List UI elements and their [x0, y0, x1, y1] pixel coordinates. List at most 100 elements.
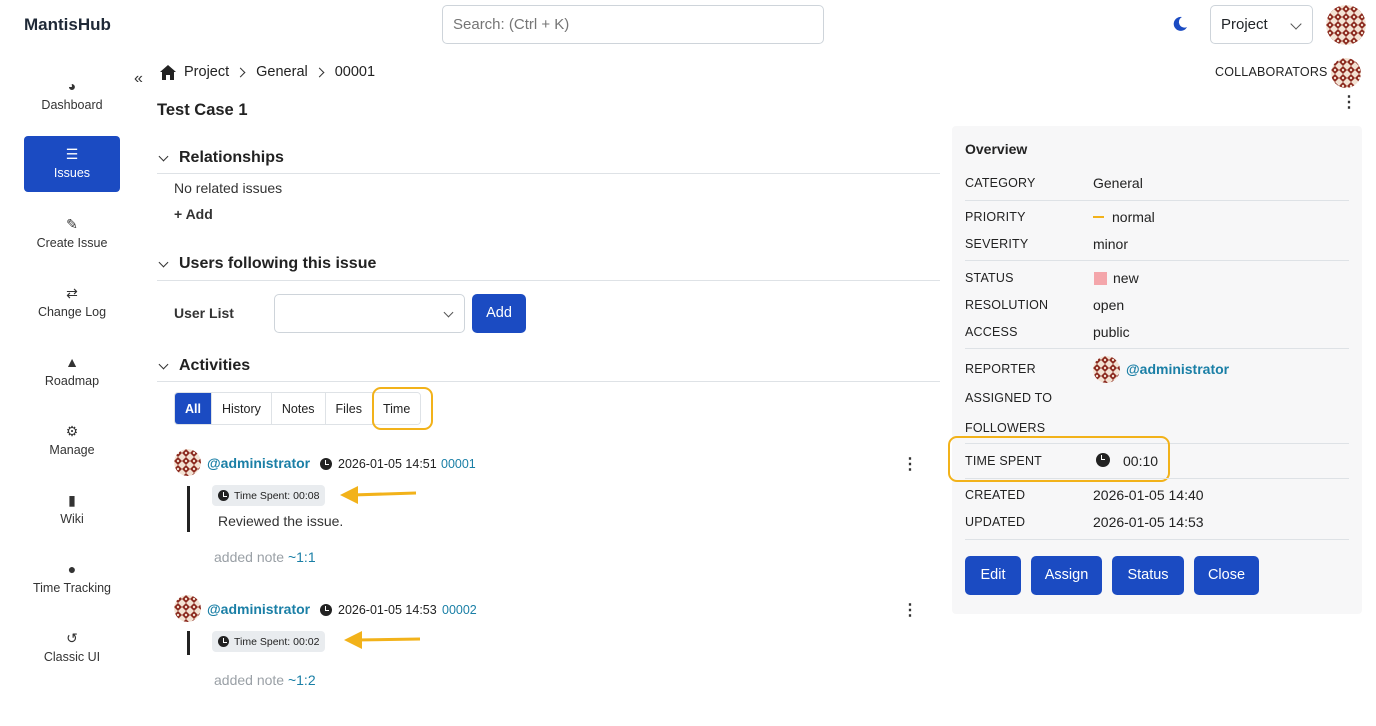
activity-menu-kebab-icon[interactable]: ⋮	[902, 457, 918, 473]
relationships-header[interactable]: Relationships	[158, 149, 284, 167]
home-icon[interactable]	[160, 64, 176, 80]
time-spent-badge: Time Spent: 00:02	[212, 631, 326, 652]
sidebar-item-wiki[interactable]: ▮ Wiki	[24, 482, 120, 538]
note-text: Reviewed the issue.	[218, 513, 344, 529]
sidebar-item-change-log[interactable]: ⇄ Change Log	[24, 275, 120, 331]
activity-user-link[interactable]: @administrator	[207, 455, 310, 471]
status-color-swatch	[1094, 272, 1107, 285]
divider	[965, 539, 1349, 540]
tab-notes[interactable]: Notes	[271, 393, 326, 424]
tab-files[interactable]: Files	[325, 393, 373, 424]
time-spent-badge: Time Spent: 00:08	[212, 485, 326, 506]
activity-user-link[interactable]: @administrator	[207, 601, 310, 617]
overview-heading: Overview	[965, 141, 1028, 157]
app-logo[interactable]: MantisHub	[24, 15, 111, 35]
relationships-heading: Relationships	[179, 149, 284, 166]
access-label: ACCESS	[965, 325, 1018, 339]
issue-menu-kebab-icon[interactable]: ⋮	[1341, 95, 1357, 111]
close-button[interactable]: Close	[1194, 556, 1259, 595]
resolution-value: open	[1093, 297, 1125, 313]
activity-user-avatar[interactable]	[174, 449, 201, 476]
severity-label: SEVERITY	[965, 237, 1029, 251]
divider	[965, 200, 1349, 201]
roadmap-icon: ▲	[65, 354, 79, 370]
project-select[interactable]: Project	[1210, 5, 1313, 44]
assign-button[interactable]: Assign	[1031, 556, 1102, 595]
sidebar-item-label: Wiki	[60, 512, 84, 526]
chevron-right-icon	[314, 67, 325, 77]
activities-heading: Activities	[179, 357, 251, 374]
tab-all[interactable]: All	[175, 393, 212, 424]
clock-icon	[218, 490, 229, 501]
sidebar-item-roadmap[interactable]: ▲ Roadmap	[24, 344, 120, 400]
sidebar-item-dashboard[interactable]: ◕ Dashboard	[24, 68, 120, 124]
activity-id-link[interactable]: 00001	[441, 457, 476, 471]
sidebar: ◕ Dashboard ☰ Issues ✎ Create Issue ⇄ Ch…	[0, 52, 143, 726]
time-spent-text: Time Spent: 00:02	[234, 636, 320, 648]
status-label: STATUS	[965, 271, 1014, 285]
activity-timestamp: 2026-01-05 14:51	[338, 457, 437, 471]
history-icon: ↺	[66, 630, 78, 646]
file-icon: ▮	[68, 492, 76, 508]
user-avatar[interactable]	[1326, 5, 1366, 45]
add-follower-button[interactable]: Add	[472, 294, 526, 333]
collapse-sidebar-icon[interactable]: «	[134, 70, 143, 88]
sidebar-item-label: Manage	[49, 443, 95, 457]
priority-label: PRIORITY	[965, 210, 1026, 224]
sidebar-item-manage[interactable]: ⚙ Manage	[24, 413, 120, 469]
project-select-value: Project	[1221, 16, 1268, 33]
reporter-avatar[interactable]	[1093, 356, 1120, 383]
chevron-down-icon	[443, 307, 454, 318]
sidebar-item-time-tracking[interactable]: ● Time Tracking	[24, 551, 120, 607]
assigned-to-label: ASSIGNED TO	[965, 391, 1053, 405]
dark-mode-moon-icon[interactable]	[1171, 15, 1189, 33]
activity-id-link[interactable]: 00002	[442, 603, 477, 617]
collaborator-avatar[interactable]	[1331, 58, 1361, 88]
followers-header[interactable]: Users following this issue	[158, 255, 377, 273]
activity-footer-text: added note	[214, 549, 285, 565]
note-link[interactable]: ~1:1	[288, 549, 316, 565]
sidebar-item-issues[interactable]: ☰ Issues	[24, 136, 120, 192]
edit-icon: ✎	[66, 216, 78, 232]
breadcrumb-project[interactable]: Project	[184, 64, 229, 80]
chevron-down-icon	[1290, 18, 1302, 30]
updated-value: 2026-01-05 14:53	[1093, 514, 1204, 530]
status-button[interactable]: Status	[1112, 556, 1184, 595]
breadcrumb-category[interactable]: General	[256, 64, 308, 80]
edit-button[interactable]: Edit	[965, 556, 1021, 595]
note-link[interactable]: ~1:2	[288, 672, 316, 688]
search-input[interactable]	[442, 5, 824, 44]
arrow-annotation-icon	[340, 486, 417, 504]
no-relationships-text: No related issues	[174, 180, 283, 196]
divider	[157, 381, 940, 382]
user-list-select[interactable]	[274, 294, 465, 333]
top-bar: MantisHub Project	[0, 0, 1376, 52]
activity-user-avatar[interactable]	[174, 595, 201, 622]
clock-icon	[320, 604, 332, 616]
updated-label: UPDATED	[965, 515, 1026, 529]
activities-header[interactable]: Activities	[158, 357, 251, 375]
chevron-down-icon	[158, 359, 169, 369]
followers-heading: Users following this issue	[179, 255, 377, 272]
user-list-label: User List	[174, 305, 234, 321]
followers-label: FOLLOWERS	[965, 421, 1046, 435]
activity-footer-text: added note	[214, 672, 285, 688]
breadcrumb-issue-id: 00001	[334, 64, 376, 80]
severity-value: minor	[1093, 236, 1129, 252]
reporter-link[interactable]: @administrator	[1126, 361, 1229, 377]
divider	[965, 348, 1349, 349]
sidebar-item-label: Roadmap	[44, 374, 100, 388]
sidebar-item-label: Time Tracking	[32, 581, 112, 595]
add-relationship-link[interactable]: + Add	[174, 206, 213, 222]
divider	[965, 478, 1349, 479]
divider	[157, 280, 940, 281]
sidebar-item-create-issue[interactable]: ✎ Create Issue	[24, 206, 120, 262]
note-indicator-bar	[187, 486, 190, 532]
time-spent-text: Time Spent: 00:08	[234, 490, 320, 502]
activity-menu-kebab-icon[interactable]: ⋮	[902, 603, 918, 619]
tab-history[interactable]: History	[211, 393, 272, 424]
sidebar-item-classic-ui[interactable]: ↺ Classic UI	[24, 620, 120, 676]
change-log-icon: ⇄	[66, 285, 78, 301]
category-label: CATEGORY	[965, 176, 1036, 190]
clock-icon	[320, 458, 332, 470]
